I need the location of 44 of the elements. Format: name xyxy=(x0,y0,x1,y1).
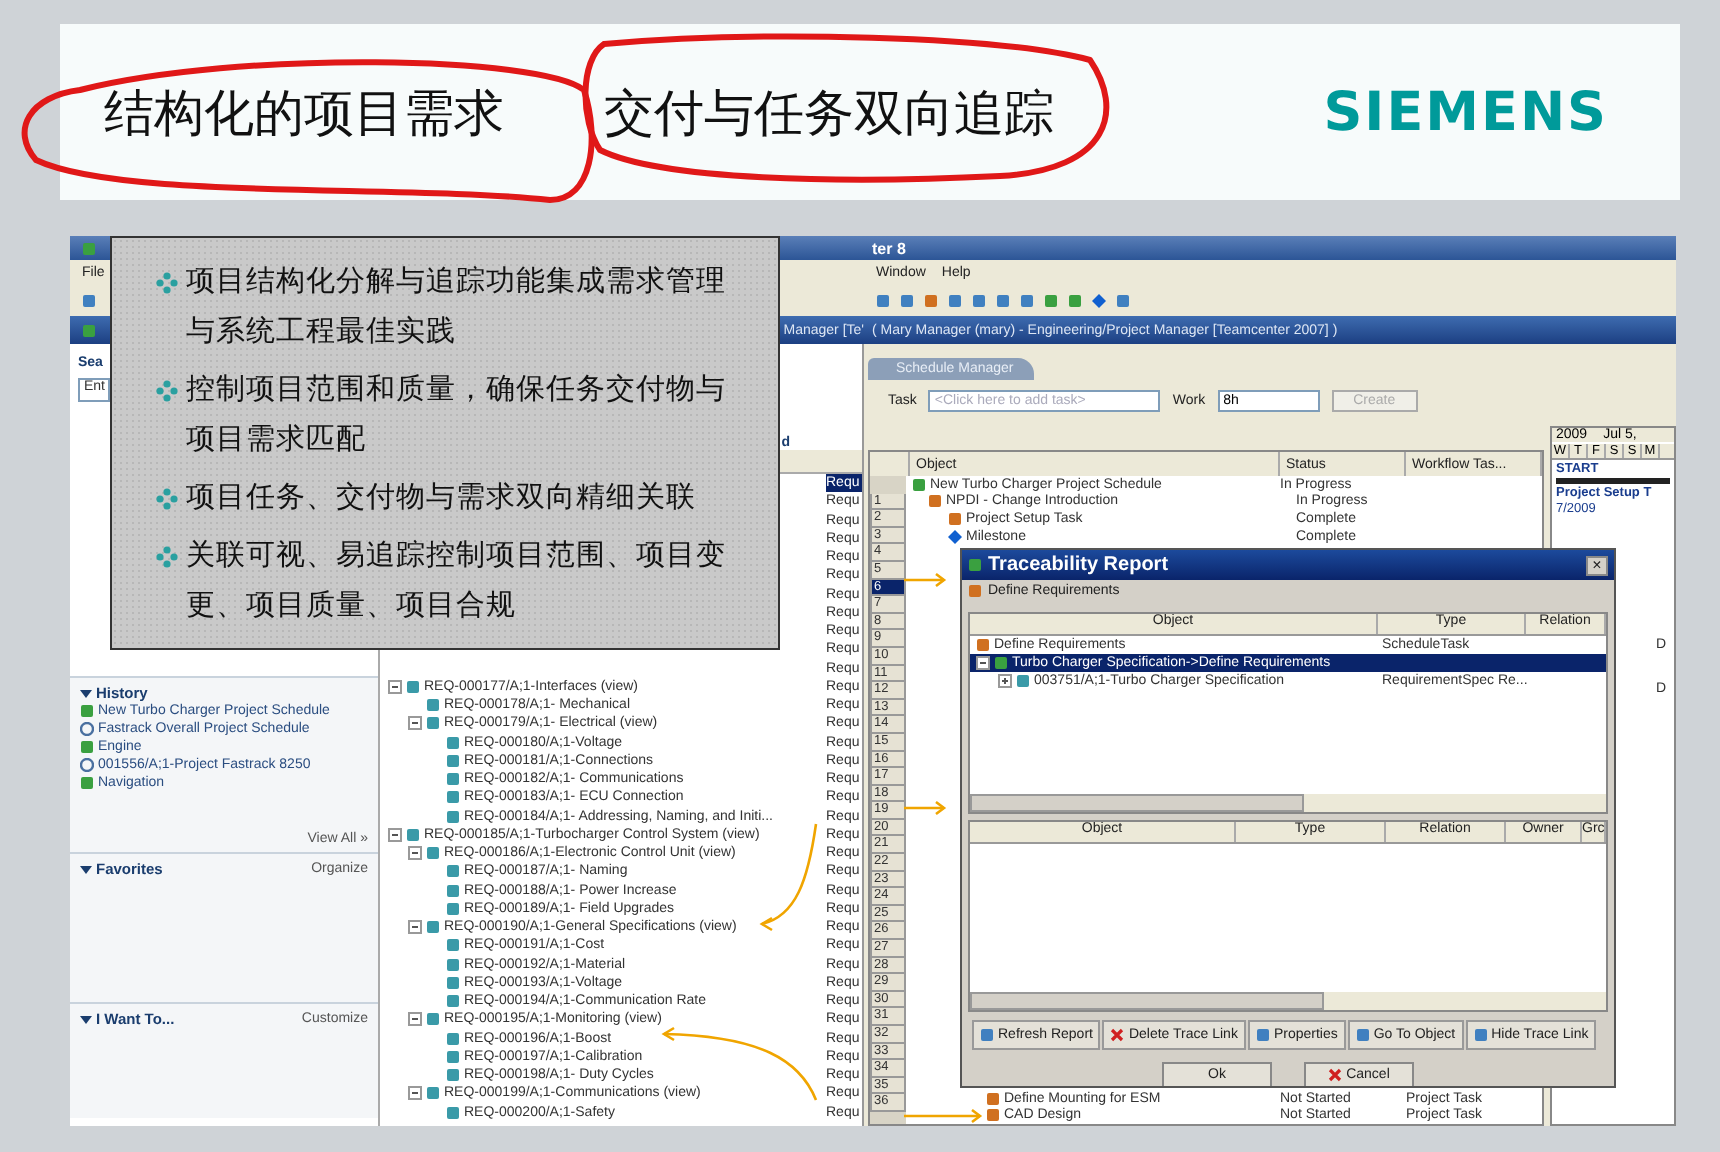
bullet-text: 项目结构化分解与追踪功能集成需求管理与系统工程最佳实践 xyxy=(186,264,728,352)
slide-title: 交付与任务双向追踪 xyxy=(604,81,1054,145)
caret-icon[interactable] xyxy=(80,1013,92,1025)
task-icon xyxy=(968,583,982,597)
annotation-arrow xyxy=(759,823,818,932)
app-icon xyxy=(968,558,982,572)
cancel-icon xyxy=(1328,1068,1343,1082)
dialog-title: Traceability Report xyxy=(988,554,1171,576)
collapse-icon[interactable] xyxy=(408,846,422,861)
collapse-icon[interactable] xyxy=(408,716,422,731)
window-title: ter 8 xyxy=(870,239,906,257)
collapse-icon[interactable] xyxy=(976,656,990,670)
slide-title: 结构化的项目需求 xyxy=(104,81,504,145)
scrollbar[interactable] xyxy=(970,794,1606,812)
scrollbar[interactable] xyxy=(970,992,1606,1010)
toolbar-icon xyxy=(82,293,96,307)
bullet-icon xyxy=(156,546,178,568)
bullet-text: 关联可视、易追踪控制项目范围、项目变更、项目质量、项目合规 xyxy=(186,537,728,626)
action-icon xyxy=(1355,1028,1370,1042)
action-icon xyxy=(1255,1028,1270,1042)
collapse-icon[interactable] xyxy=(408,920,422,935)
app-icon xyxy=(82,323,96,337)
bullet-icon xyxy=(156,380,178,402)
collapse-icon[interactable] xyxy=(388,827,402,842)
annotation-arrow xyxy=(904,1108,983,1124)
close-button[interactable]: × xyxy=(1586,555,1608,575)
app-icon xyxy=(82,241,96,255)
bullet-icon xyxy=(156,272,178,294)
bullet-text: 控制项目范围和质量，确保任务交付物与项目需求匹配 xyxy=(186,371,728,460)
expand-icon[interactable] xyxy=(998,674,1012,688)
action-icon xyxy=(1110,1028,1125,1042)
action-icon xyxy=(1473,1028,1488,1042)
gantt-bar xyxy=(1556,478,1670,484)
action-icon xyxy=(980,1028,994,1042)
collapse-icon[interactable] xyxy=(388,679,402,694)
bullet-icon xyxy=(156,488,178,510)
caret-icon[interactable] xyxy=(80,863,92,875)
siemens-logo: SIEMENS xyxy=(1323,81,1608,143)
collapse-icon[interactable] xyxy=(408,1012,422,1027)
collapse-icon[interactable] xyxy=(408,1086,422,1101)
annotation-arrow xyxy=(904,800,947,816)
annotation-arrow xyxy=(904,572,947,588)
caret-icon[interactable] xyxy=(80,687,92,699)
bullet-text: 项目任务、交付物与需求双向精细关联 xyxy=(186,479,696,518)
